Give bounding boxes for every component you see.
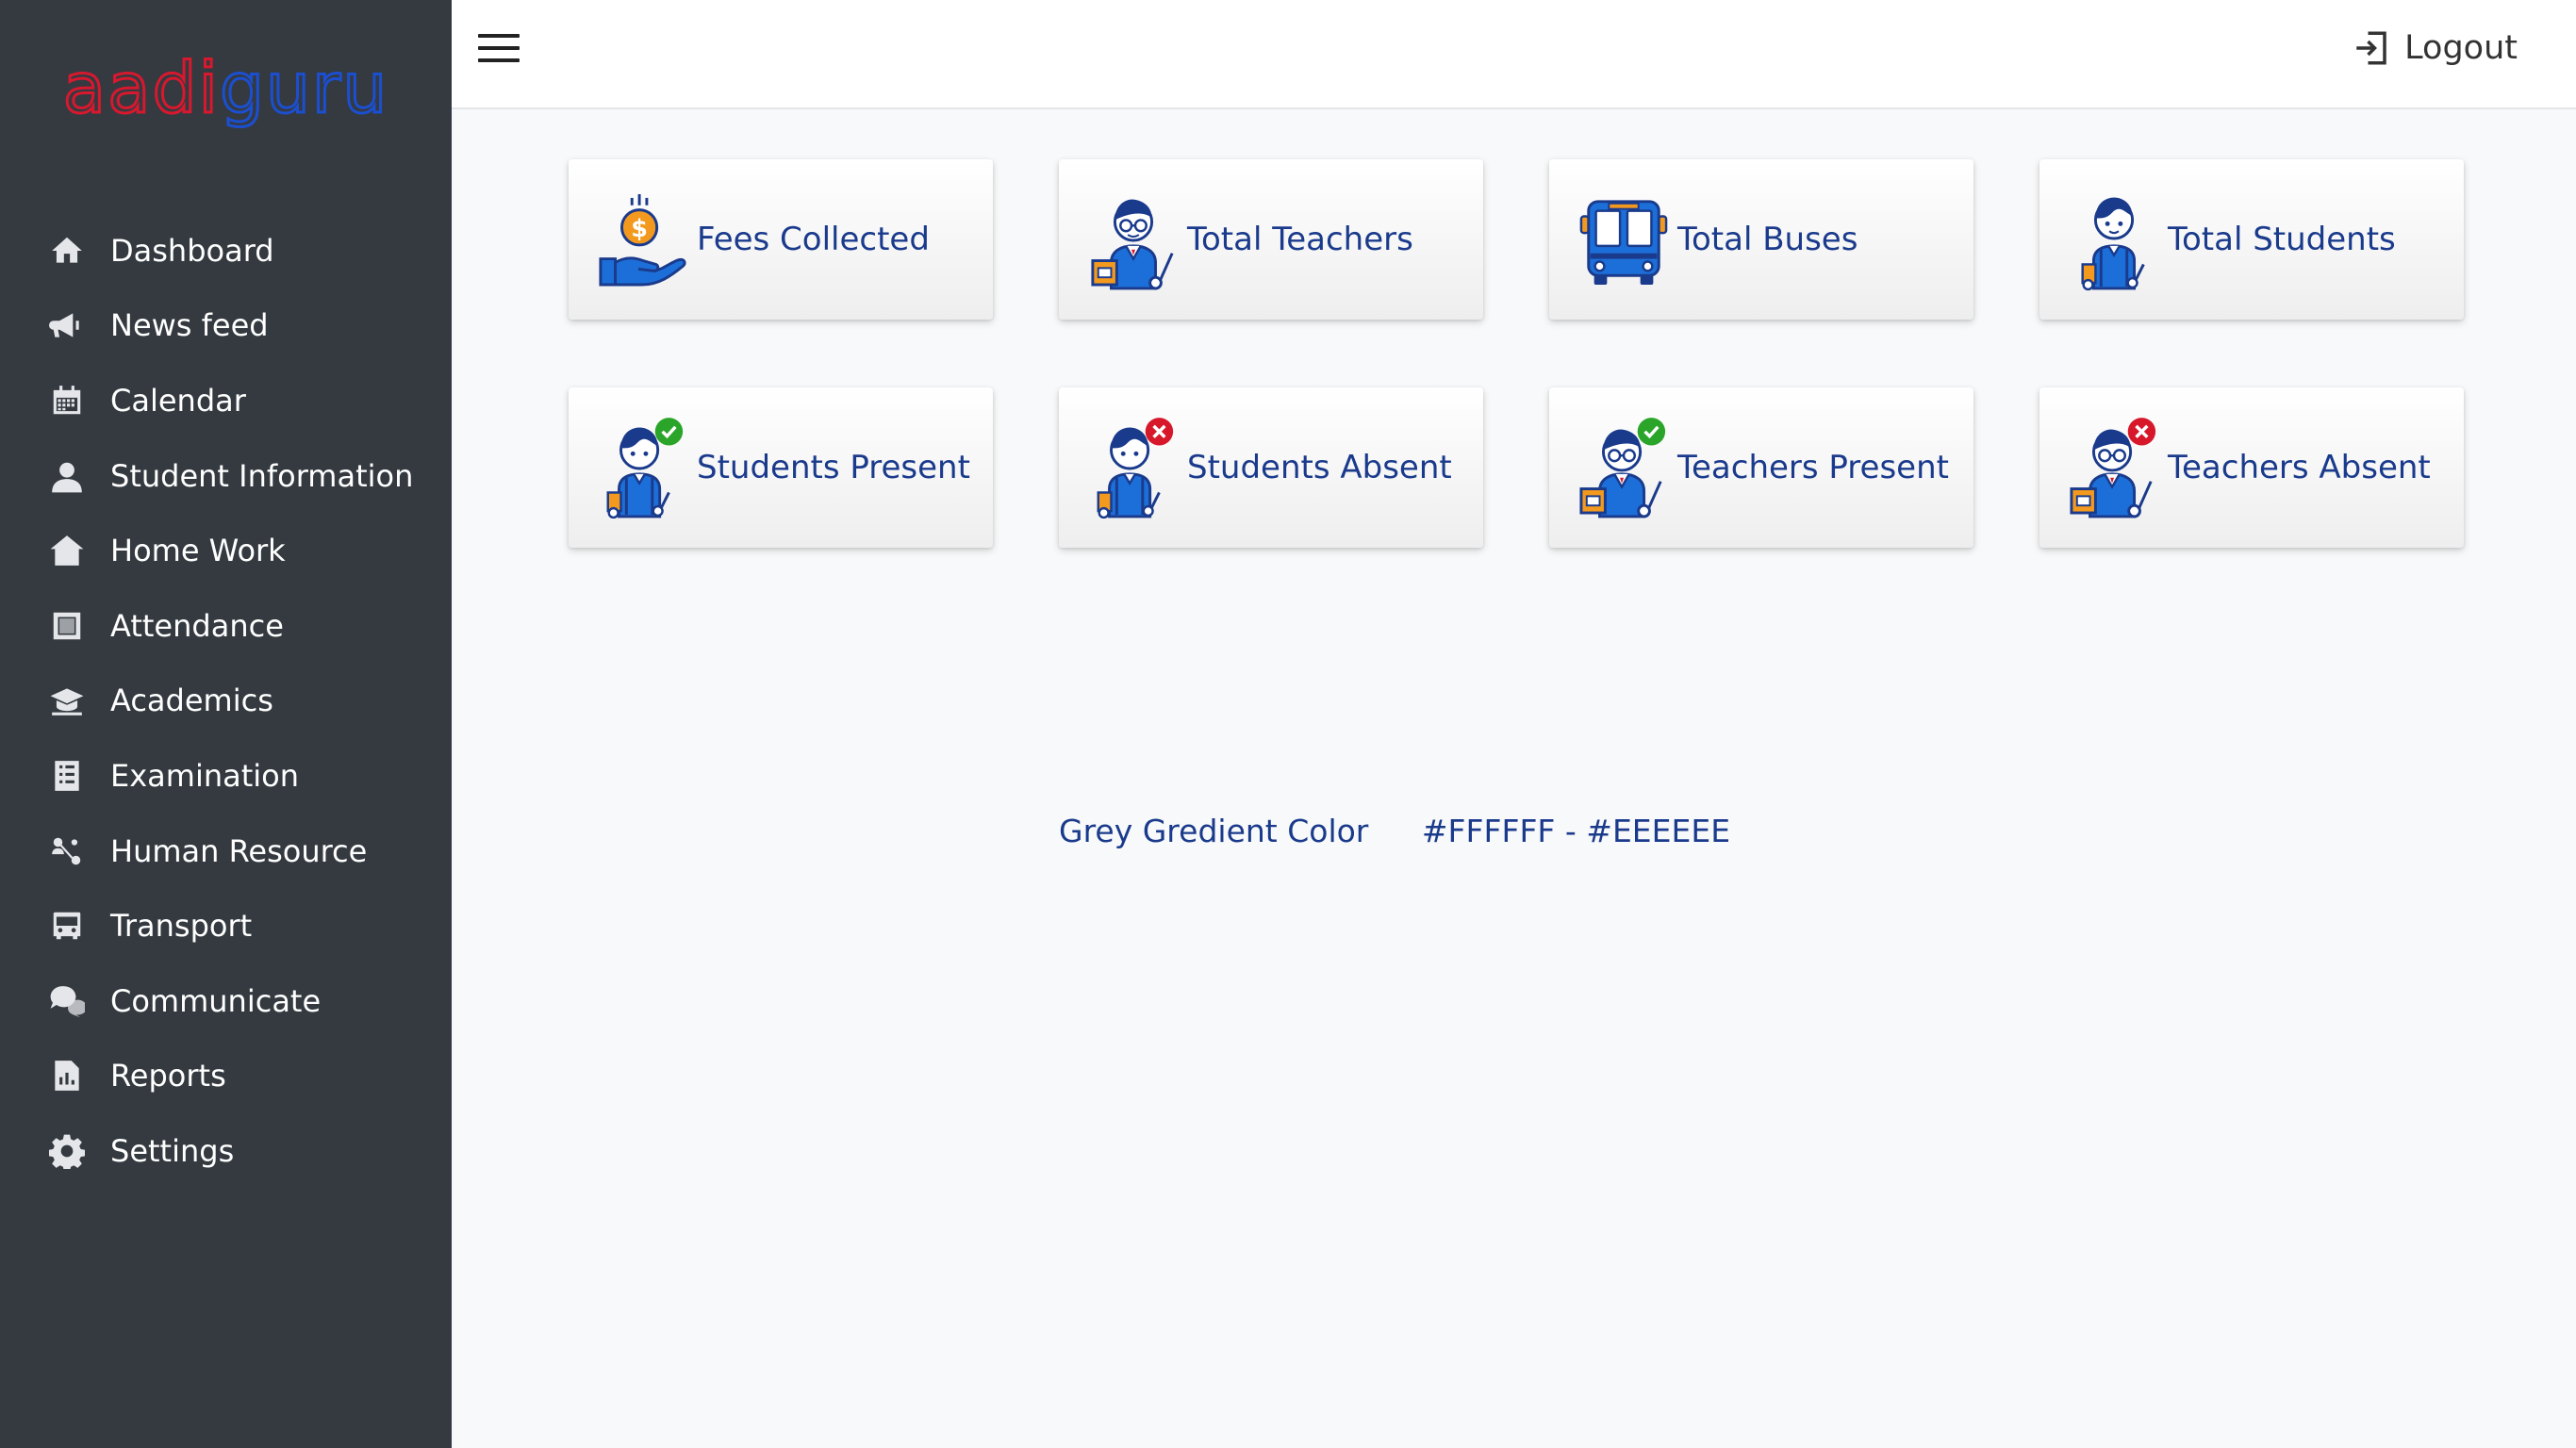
teacher-icon <box>1091 199 1174 290</box>
sidebar-item-home-work[interactable]: Home Work <box>0 513 452 588</box>
graduation-cap-icon <box>47 681 87 720</box>
logo-text-a: aadi <box>61 47 221 131</box>
sidebar-item-label: Home Work <box>110 533 286 569</box>
chat-icon <box>47 981 87 1021</box>
gradient-note-value: #FFFFFF - #EEEEEE <box>1421 813 1731 849</box>
card-label: Fees Collected <box>697 221 930 258</box>
svg-text:$: $ <box>631 215 648 243</box>
logo-text-b: guru <box>219 47 389 131</box>
sidebar-item-label: Reports <box>110 1058 226 1094</box>
gradient-note-label: Grey Gredient Color <box>1059 813 1369 849</box>
sidebar-item-label: Communicate <box>110 982 322 1019</box>
people-network-icon <box>47 831 87 871</box>
sidebar-item-student-information[interactable]: Student Information <box>0 438 452 514</box>
teacher-absent-icon <box>2070 418 2156 518</box>
card-label: Total Buses <box>1677 221 1858 258</box>
sign-in-icon <box>2356 31 2386 65</box>
teacher-present-icon <box>1579 418 1666 518</box>
bus-icon <box>47 906 87 946</box>
brand-logo[interactable]: aadiguru <box>0 41 452 136</box>
report-icon <box>47 1056 87 1095</box>
card-label: Teachers Present <box>1677 449 1949 486</box>
logout-button[interactable]: Logout <box>2352 28 2518 68</box>
sidebar-item-human-resource[interactable]: Human Resource <box>0 814 452 889</box>
square-icon <box>47 606 87 646</box>
gear-icon <box>47 1131 87 1171</box>
sidebar-item-label: Settings <box>110 1132 235 1169</box>
exam-sheet-icon <box>47 756 87 796</box>
student-icon <box>2081 197 2145 291</box>
house-icon <box>47 531 87 570</box>
calendar-icon <box>47 381 87 420</box>
sidebar-item-label: Examination <box>110 757 300 794</box>
money-hand-icon: $ <box>599 193 686 287</box>
dashboard-main: $ Fees Collected Total Teachers Total Bu… <box>452 109 2576 1448</box>
card-total-students[interactable]: Total Students <box>2039 159 2464 320</box>
sidebar-item-label: News feed <box>110 307 269 344</box>
gradient-note: Grey Gredient Color #FFFFFF - #EEEEEE <box>1059 813 1730 849</box>
sidebar-item-reports[interactable]: Reports <box>0 1039 452 1114</box>
sidebar-item-label: Transport <box>110 908 253 945</box>
sidebar-item-label: Calendar <box>110 382 246 419</box>
user-icon <box>47 456 87 496</box>
home-icon <box>47 231 87 271</box>
sidebar-item-label: Dashboard <box>110 232 274 269</box>
sidebar-item-label: Student Information <box>110 457 414 494</box>
app-root: aadiguru Dashboard News feed Calendar St… <box>0 0 2576 1448</box>
sidebar-item-calendar[interactable]: Calendar <box>0 363 452 438</box>
card-total-teachers[interactable]: Total Teachers <box>1059 159 1483 320</box>
sidebar-item-settings[interactable]: Settings <box>0 1113 452 1189</box>
sidebar-item-news-feed[interactable]: News feed <box>0 288 452 364</box>
card-teachers-present[interactable]: Teachers Present <box>1549 387 1973 548</box>
sidebar: aadiguru Dashboard News feed Calendar St… <box>0 0 452 1448</box>
sidebar-item-transport[interactable]: Transport <box>0 888 452 963</box>
sidebar-nav: Dashboard News feed Calendar Student Inf… <box>0 213 452 1189</box>
sidebar-item-communicate[interactable]: Communicate <box>0 963 452 1039</box>
sidebar-item-label: Human Resource <box>110 832 368 869</box>
logout-label: Logout <box>2404 29 2518 67</box>
sidebar-item-examination[interactable]: Examination <box>0 738 452 814</box>
top-bar: Logout <box>452 0 2576 109</box>
sidebar-item-label: Attendance <box>110 607 284 644</box>
card-label: Total Students <box>2168 221 2396 258</box>
card-total-buses[interactable]: Total Buses <box>1549 159 1973 320</box>
student-present-icon <box>606 418 684 519</box>
card-students-absent[interactable]: Students Absent <box>1059 387 1483 548</box>
sidebar-item-attendance[interactable]: Attendance <box>0 588 452 664</box>
hamburger-icon[interactable] <box>478 34 520 72</box>
sidebar-item-dashboard[interactable]: Dashboard <box>0 213 452 288</box>
sidebar-item-academics[interactable]: Academics <box>0 664 452 739</box>
sidebar-item-label: Academics <box>110 683 273 719</box>
megaphone-icon <box>47 305 87 345</box>
card-students-present[interactable]: Students Present <box>569 387 993 548</box>
student-absent-icon <box>1097 418 1174 519</box>
card-label: Students Present <box>697 449 970 486</box>
card-label: Students Absent <box>1187 449 1452 486</box>
card-fees-collected[interactable]: $ Fees Collected <box>569 159 993 320</box>
card-label: Teachers Absent <box>2168 449 2431 486</box>
bus-front-icon <box>1579 200 1668 286</box>
card-label: Total Teachers <box>1187 221 1413 258</box>
card-teachers-absent[interactable]: Teachers Absent <box>2039 387 2464 548</box>
